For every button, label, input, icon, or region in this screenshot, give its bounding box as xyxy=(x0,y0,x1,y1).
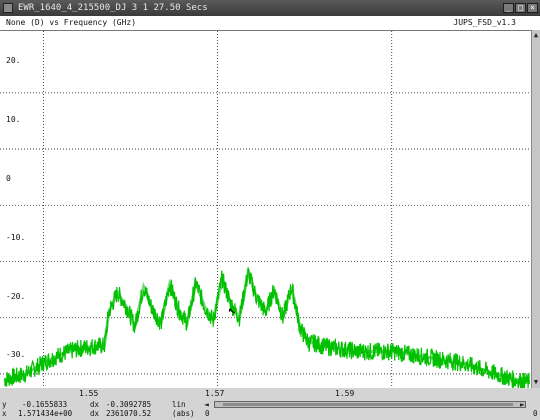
app-icon[interactable] xyxy=(3,3,13,13)
window-titlebar[interactable]: EWR_1640_4_215500_DJ 3 1 27.50 Secs _ □ … xyxy=(0,0,540,16)
scroll-right-number: 0 xyxy=(533,409,538,418)
y-value: -0.1655833 xyxy=(22,400,68,409)
scale-mode: lin xyxy=(172,400,186,409)
plot-header-bar: None (D) vs Frequency (GHz) JUPS_FSD_v1.… xyxy=(0,16,540,31)
y-tick-label: 20. xyxy=(6,56,21,65)
axis-x-label: x xyxy=(2,409,7,418)
horizontal-scrollbar[interactable] xyxy=(214,401,526,408)
scroll-up-arrow-icon[interactable]: ▲ xyxy=(532,31,540,40)
version-label: JUPS_FSD_v1.3 xyxy=(453,18,516,27)
window-title: EWR_1640_4_215500_DJ 3 1 27.50 Secs xyxy=(18,3,208,13)
x-tick-label: 1.59 xyxy=(335,389,355,398)
scroll-left-arrow-icon[interactable]: ◄ xyxy=(204,400,209,409)
y-tick-label: -20. xyxy=(6,292,26,301)
dy-label: dx xyxy=(90,400,100,409)
abs-mode: (abs) xyxy=(172,409,195,418)
plot-title: None (D) vs Frequency (GHz) xyxy=(6,18,137,27)
maximize-button[interactable]: □ xyxy=(515,3,526,13)
spectrum-trace xyxy=(3,267,530,388)
x-tick-label: 1.57 xyxy=(205,389,225,398)
plot-area[interactable]: 20. 10. 0 -10. -20. -30. ↖ xyxy=(0,31,531,388)
y-tick-label: -10. xyxy=(6,233,26,242)
scrollbar-thumb[interactable] xyxy=(223,403,513,406)
x-tick-label: 1.55 xyxy=(79,389,99,398)
scroll-right-arrow-icon[interactable]: ► xyxy=(520,400,525,409)
dx-label: dx xyxy=(90,409,100,418)
spectrum-chart[interactable] xyxy=(0,31,531,388)
minimize-button[interactable]: _ xyxy=(503,3,514,13)
vertical-scrollbar[interactable]: ▲ ▼ xyxy=(531,30,540,388)
dx-value: 2361070.52 xyxy=(106,409,152,418)
scroll-left-number: 0 xyxy=(205,409,210,418)
y-tick-label: -30. xyxy=(6,350,26,359)
scroll-down-arrow-icon[interactable]: ▼ xyxy=(532,378,540,387)
dy-value: -0.3092785 xyxy=(106,400,152,409)
y-tick-label: 10. xyxy=(6,115,21,124)
close-button[interactable]: × xyxy=(527,3,538,13)
spectrum-envelope xyxy=(4,266,530,384)
axis-y-label: y xyxy=(2,400,7,409)
x-value: 1.571434e+00 xyxy=(18,409,73,418)
y-tick-label: 0 xyxy=(6,174,11,183)
